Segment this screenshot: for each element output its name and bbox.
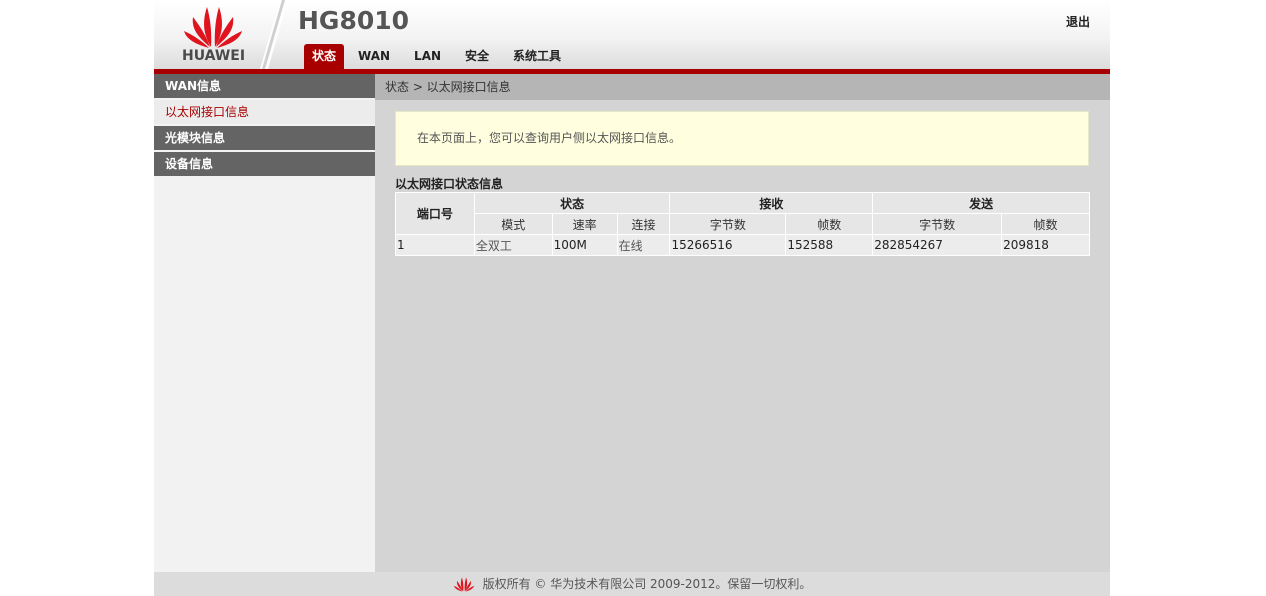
header-rx-bytes: 字节数 [669,213,787,235]
cell-tx-frames: 209818 [1001,234,1090,256]
cell-mode: 全双工 [473,234,553,256]
main-content: 状态 > 以太网接口信息 在本页面上，您可以查询用户侧以太网接口信息。 以太网接… [375,74,1110,572]
table-title: 以太网接口状态信息 [395,177,504,191]
cell-tx-bytes: 282854267 [872,234,1003,256]
header-port: 端口号 [395,192,475,235]
sidebar: WAN信息 以太网接口信息 光模块信息 设备信息 [154,74,375,572]
cell-link: 在线 [616,234,671,256]
header-rate: 速率 [551,213,618,235]
table-row: 1 全双工 100M 在线 15266516 152588 282854267 … [395,234,1090,256]
header-rx-frames: 帧数 [785,213,874,235]
header-tx-frames: 帧数 [1001,213,1090,235]
device-model: HG8010 [298,6,410,35]
tab-security[interactable]: 安全 [455,44,499,69]
header-divider [260,0,288,69]
tab-status[interactable]: 状态 [304,44,345,69]
tab-system-tools[interactable]: 系统工具 [503,44,571,69]
main-nav: 状态 WAN LAN 安全 系统工具 [304,44,575,69]
breadcrumb: 状态 > 以太网接口信息 [375,74,1110,100]
page-description: 在本页面上，您可以查询用户侧以太网接口信息。 [395,111,1089,166]
sidebar-item-device-info[interactable]: 设备信息 [154,152,375,176]
cell-rate: 100M [551,234,618,256]
router-admin-frame: HUAWEI HG8010 退出 状态 WAN LAN 安全 系统工具 WAN信… [154,0,1110,596]
sidebar-item-wan-info[interactable]: WAN信息 [154,74,375,98]
logout-link[interactable]: 退出 [1066,13,1090,30]
ethernet-status-table: 端口号 状态 接收 发送 模式 速率 连接 字节数 帧数 字节数 帧数 1 全双… [395,192,1090,256]
huawei-footer-logo-icon [453,577,474,592]
header-link: 连接 [616,213,671,235]
header-status: 状态 [473,192,671,214]
cell-rx-frames: 152588 [785,234,874,256]
cell-port: 1 [395,234,475,256]
huawei-petal-icon [184,7,242,48]
header-receive: 接收 [669,192,874,214]
header-send: 发送 [872,192,1090,214]
copyright-text: 版权所有 © 华为技术有限公司 2009-2012。保留一切权利。 [482,577,812,591]
brand-name: HUAWEI [182,48,246,64]
header-tx-bytes: 字节数 [872,213,1003,235]
huawei-logo: HUAWEI [154,0,272,69]
header: HUAWEI HG8010 退出 状态 WAN LAN 安全 系统工具 [154,0,1110,69]
header-mode: 模式 [473,213,553,235]
tab-lan[interactable]: LAN [404,44,451,69]
tab-wan[interactable]: WAN [348,44,400,69]
sidebar-item-optical-module-info[interactable]: 光模块信息 [154,126,375,150]
cell-rx-bytes: 15266516 [669,234,787,256]
footer: 版权所有 © 华为技术有限公司 2009-2012。保留一切权利。 [154,572,1110,596]
sidebar-item-ethernet-info[interactable]: 以太网接口信息 [154,100,375,124]
